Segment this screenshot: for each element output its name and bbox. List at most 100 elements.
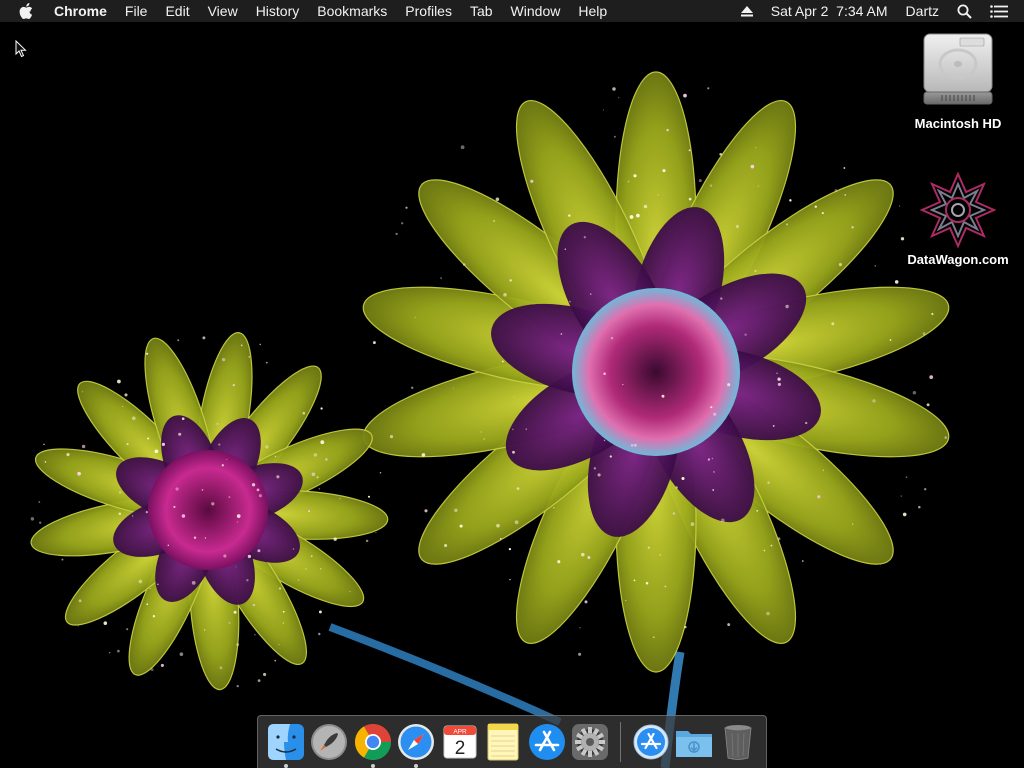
sparkle bbox=[612, 87, 616, 91]
sparkle bbox=[889, 339, 892, 341]
sparkle bbox=[191, 581, 196, 585]
menu-help[interactable]: Help bbox=[578, 3, 607, 19]
sparkle bbox=[659, 554, 662, 556]
sparkle bbox=[204, 537, 207, 539]
sparkle bbox=[480, 431, 482, 433]
menu-view[interactable]: View bbox=[208, 3, 238, 19]
sparkle bbox=[401, 222, 404, 225]
sparkle bbox=[622, 384, 624, 386]
sparkle bbox=[236, 643, 240, 647]
sparkle bbox=[297, 579, 300, 581]
sparkle bbox=[160, 663, 164, 667]
sparkle bbox=[43, 443, 45, 446]
sparkle bbox=[698, 179, 702, 183]
menu-clock[interactable]: Sat Apr 2 7:34 AM bbox=[771, 3, 888, 19]
sparkle bbox=[414, 316, 417, 318]
apple-icon[interactable] bbox=[18, 2, 34, 20]
sparkle bbox=[587, 556, 591, 559]
sparkle bbox=[459, 524, 463, 528]
dock-launchpad[interactable] bbox=[310, 722, 350, 762]
sparkle bbox=[276, 475, 280, 479]
sparkle bbox=[770, 544, 773, 547]
sparkle bbox=[233, 610, 237, 614]
sparkle bbox=[202, 336, 206, 340]
notification-center-icon[interactable] bbox=[990, 4, 1008, 18]
sparkle bbox=[720, 518, 725, 523]
sparkle bbox=[922, 332, 926, 335]
sparkle bbox=[39, 521, 42, 524]
sparkle bbox=[618, 97, 620, 99]
sparkle bbox=[146, 352, 149, 355]
sparkle bbox=[767, 481, 770, 484]
sparkle bbox=[514, 520, 519, 525]
sparkle bbox=[282, 610, 285, 613]
sparkle bbox=[109, 652, 111, 654]
menu-window[interactable]: Window bbox=[511, 3, 561, 19]
sparkle bbox=[379, 471, 382, 474]
sparkle bbox=[247, 554, 252, 559]
sparkle bbox=[232, 383, 235, 387]
dock-app-store[interactable] bbox=[527, 722, 567, 762]
menu-file[interactable]: File bbox=[125, 3, 148, 19]
sparkle bbox=[132, 515, 134, 517]
menu-profiles[interactable]: Profiles bbox=[405, 3, 452, 19]
dock-notes[interactable] bbox=[484, 722, 524, 762]
dock-safari[interactable] bbox=[397, 722, 437, 768]
wallpaper bbox=[30, 71, 950, 768]
eject-icon[interactable] bbox=[740, 5, 753, 17]
dock-chrome[interactable] bbox=[353, 722, 393, 768]
sparkle bbox=[157, 583, 159, 586]
sparkle bbox=[777, 377, 781, 381]
sparkle bbox=[757, 185, 760, 187]
sparkle bbox=[579, 627, 581, 629]
sparkle bbox=[727, 383, 731, 387]
sparkle bbox=[30, 517, 35, 521]
sparkle bbox=[302, 411, 306, 415]
sparkle bbox=[711, 457, 714, 460]
folder-icon bbox=[676, 731, 713, 757]
app-menu-chrome[interactable]: Chrome bbox=[54, 3, 107, 19]
sparkle bbox=[584, 600, 588, 604]
big-flower bbox=[362, 71, 950, 673]
sparkle bbox=[645, 581, 649, 585]
sparkle bbox=[223, 554, 227, 558]
dock-calendar[interactable]: APR 2 bbox=[440, 722, 480, 762]
sparkle bbox=[179, 652, 184, 656]
sparkle bbox=[627, 180, 630, 183]
sparkle bbox=[145, 510, 148, 514]
menu-bookmarks[interactable]: Bookmarks bbox=[317, 3, 387, 19]
applications-folder-icon bbox=[633, 724, 669, 760]
trash-icon bbox=[724, 725, 752, 760]
dock-trash[interactable] bbox=[718, 722, 758, 762]
sparkle bbox=[633, 443, 637, 447]
sparkle bbox=[662, 169, 666, 173]
sparkle bbox=[633, 579, 636, 582]
calendar-month: APR bbox=[453, 729, 467, 736]
dock-applications-folder[interactable] bbox=[631, 722, 671, 762]
sparkle bbox=[152, 615, 156, 618]
dock-system-preferences[interactable] bbox=[571, 722, 611, 762]
desktop-icon-macintosh-hd[interactable]: Macintosh HD bbox=[908, 30, 1008, 131]
menu-history[interactable]: History bbox=[256, 3, 300, 19]
sparkle bbox=[405, 206, 408, 209]
dock-downloads-folder[interactable] bbox=[674, 722, 714, 762]
sparkle bbox=[688, 197, 692, 201]
sparkle bbox=[325, 458, 328, 461]
desktop-icon-datawagon[interactable]: DataWagon.com bbox=[900, 170, 1016, 267]
sparkle bbox=[221, 464, 224, 467]
sparkle bbox=[38, 500, 41, 503]
sparkle bbox=[513, 396, 515, 398]
sparkle bbox=[440, 277, 442, 279]
sparkle bbox=[118, 512, 122, 516]
sparkle bbox=[636, 213, 640, 218]
menu-tab[interactable]: Tab bbox=[470, 3, 493, 19]
sparkle bbox=[720, 297, 723, 300]
sparkle bbox=[560, 333, 563, 335]
menu-edit[interactable]: Edit bbox=[165, 3, 189, 19]
sparkle bbox=[460, 145, 465, 150]
dock-finder[interactable] bbox=[266, 722, 306, 768]
spotlight-search-icon[interactable] bbox=[957, 4, 972, 19]
sparkle bbox=[707, 87, 710, 90]
sparkle bbox=[61, 558, 64, 561]
menu-user[interactable]: Dartz bbox=[906, 3, 939, 19]
